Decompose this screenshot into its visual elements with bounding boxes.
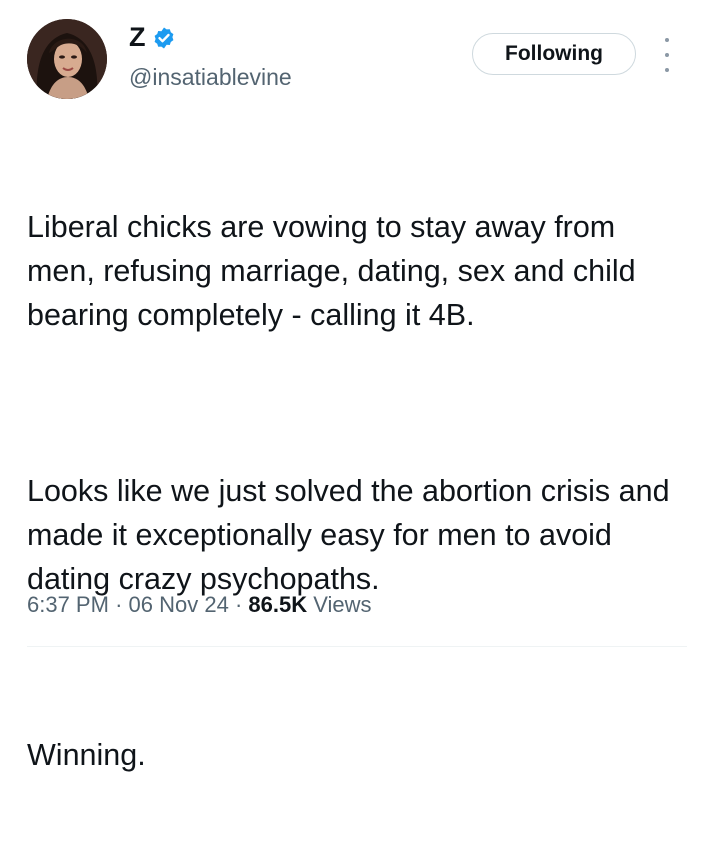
more-dot <box>665 38 669 42</box>
display-name[interactable]: Z <box>129 22 146 53</box>
avatar[interactable] <box>27 19 107 99</box>
views-label: Views <box>313 592 372 617</box>
divider <box>27 646 687 647</box>
tweet-date[interactable]: 06 Nov 24 <box>129 592 229 617</box>
tweet-card: Z @insatiablevine Following Liberal chic… <box>0 0 710 772</box>
tweet-paragraph: Looks like we just solved the abortion c… <box>27 474 679 596</box>
tweet-paragraph: Liberal chicks are vowing to stay away f… <box>27 210 645 332</box>
more-dot <box>665 68 669 72</box>
handle[interactable]: @insatiablevine <box>129 64 292 91</box>
verified-badge-icon <box>152 26 176 50</box>
views-count: 86.5K <box>248 592 308 617</box>
display-name-row: Z <box>129 22 176 53</box>
tweet-time[interactable]: 6:37 PM <box>27 592 109 617</box>
avatar-image <box>27 19 107 99</box>
tweet-text: Liberal chicks are vowing to stay away f… <box>27 117 687 865</box>
following-button[interactable]: Following <box>472 33 636 75</box>
meta-separator: · <box>234 592 243 617</box>
tweet-meta: 6:37 PM · 06 Nov 24 · 86.5K Views <box>27 592 372 618</box>
more-vertical-icon[interactable] <box>655 38 679 72</box>
tweet-paragraph: Winning. <box>27 738 146 772</box>
meta-separator: · <box>115 592 123 617</box>
more-dot <box>665 53 669 57</box>
